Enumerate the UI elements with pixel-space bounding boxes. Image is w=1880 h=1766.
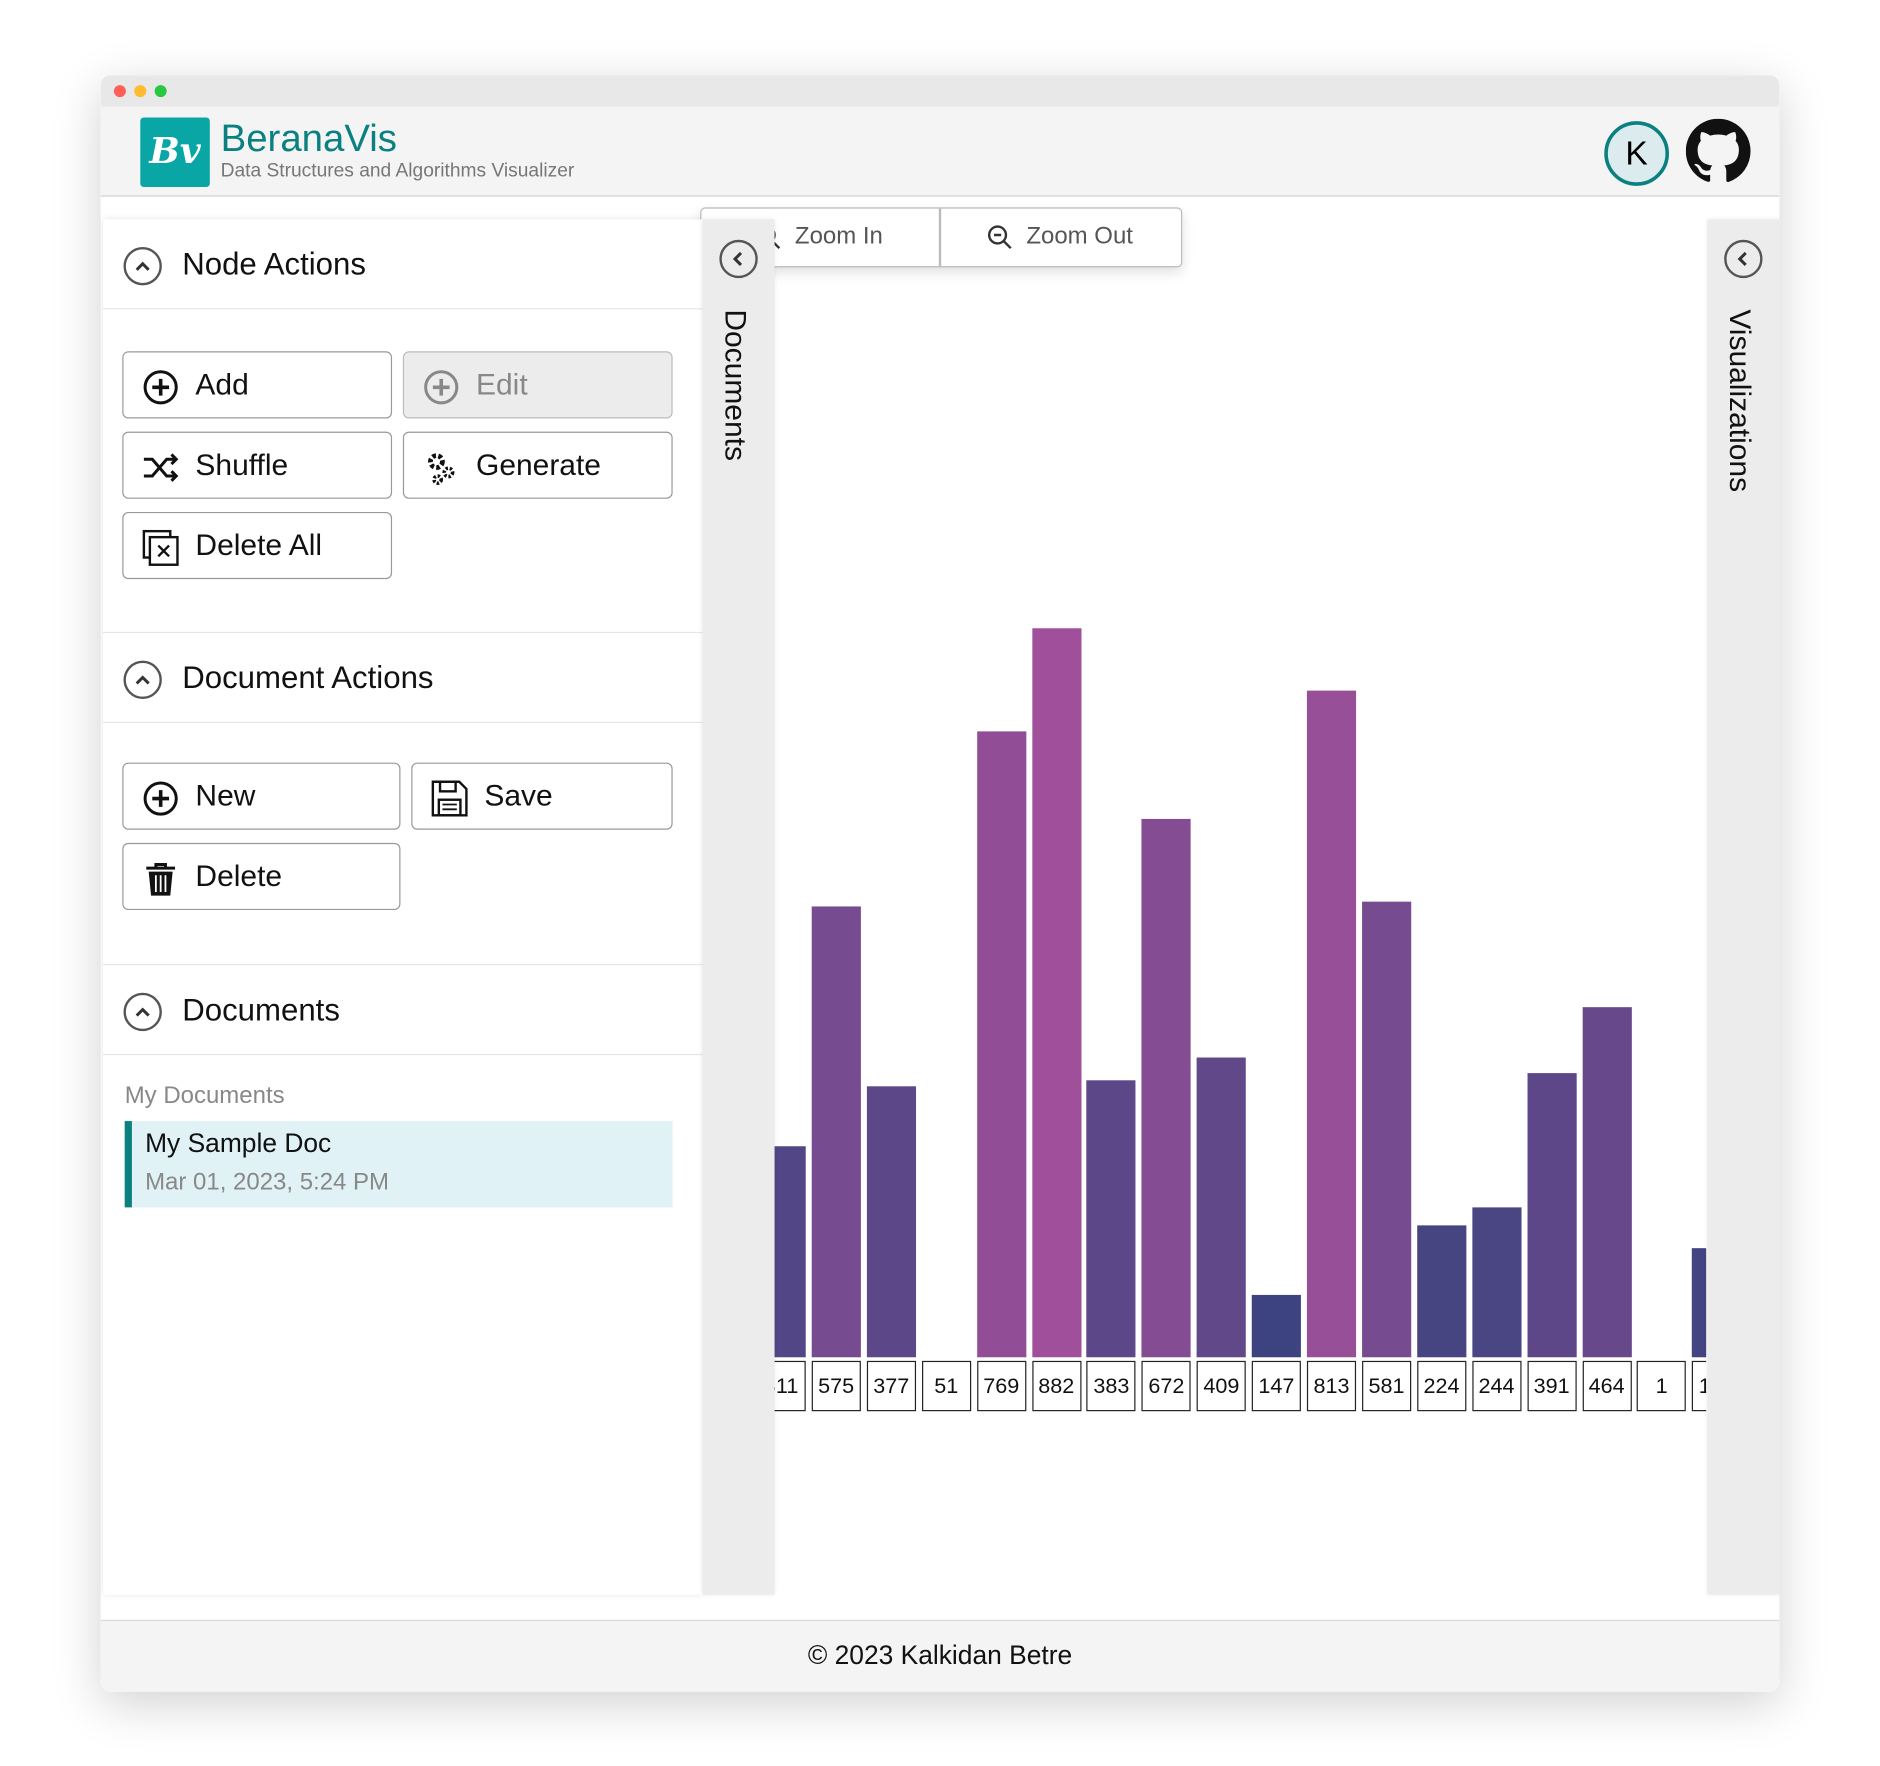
- chevron-left-icon[interactable]: [718, 239, 759, 280]
- bar[interactable]: [866, 1086, 916, 1358]
- delete-all-icon: [142, 529, 179, 566]
- bar[interactable]: [1141, 818, 1191, 1358]
- section-title: Document Actions: [182, 659, 434, 696]
- add-label: Add: [195, 368, 249, 402]
- documents-header[interactable]: Documents: [103, 963, 703, 1056]
- delete-label: Delete: [195, 859, 283, 894]
- chevron-up-icon: [123, 660, 162, 700]
- shuffle-icon: [143, 453, 179, 482]
- bar[interactable]: [1361, 901, 1412, 1358]
- footer: © 2023 Kalkidan Betre: [100, 1619, 1780, 1692]
- bar-value-label: 409: [1196, 1360, 1246, 1412]
- bar[interactable]: [1031, 628, 1081, 1358]
- bar-value-label: 882: [1031, 1360, 1081, 1412]
- github-icon[interactable]: [1685, 118, 1751, 184]
- bar-value-label: 383: [1086, 1360, 1136, 1412]
- save-button[interactable]: Save: [411, 762, 673, 830]
- bar[interactable]: [1086, 1080, 1136, 1358]
- bar[interactable]: [1527, 1073, 1577, 1358]
- bar-value-label: 813: [1306, 1360, 1357, 1412]
- shuffle-button[interactable]: Shuffle: [122, 431, 393, 499]
- bar-value-label: 575: [811, 1360, 861, 1412]
- delete-all-label: Delete All: [195, 528, 323, 563]
- add-button[interactable]: Add: [122, 351, 393, 419]
- close-window-button[interactable]: [113, 85, 126, 98]
- plus-circle-icon: [424, 370, 459, 405]
- app-subtitle: Data Structures and Algorithms Visualize…: [220, 160, 575, 182]
- minimize-window-button[interactable]: [134, 85, 147, 98]
- bar-value-label: 244: [1471, 1360, 1522, 1412]
- document-actions-header[interactable]: Document Actions: [103, 631, 703, 723]
- plus-circle-icon: [143, 370, 178, 405]
- edit-button[interactable]: Edit: [402, 351, 673, 419]
- delete-all-button[interactable]: Delete All: [122, 511, 393, 580]
- zoom-out-icon: [987, 225, 1012, 250]
- app-name: BeranaVis: [220, 116, 397, 160]
- bar-value-label: 51: [921, 1360, 971, 1412]
- bar[interactable]: [1196, 1057, 1246, 1358]
- app-logo[interactable]: Bv: [140, 117, 210, 188]
- bar[interactable]: [811, 906, 861, 1358]
- bar[interactable]: [1416, 1224, 1467, 1358]
- document-date: Mar 01, 2023, 5:24 PM: [145, 1169, 390, 1196]
- chevron-left-icon[interactable]: [1723, 239, 1764, 280]
- documents-tab-label: Documents: [718, 309, 752, 461]
- bar-value-label: 1: [1637, 1360, 1687, 1412]
- delete-document-button[interactable]: Delete: [122, 842, 401, 911]
- bar-value-label: 464: [1582, 1360, 1632, 1412]
- visualizations-side-tab[interactable]: Visualizations: [1707, 219, 1780, 1595]
- gears-icon: [428, 453, 455, 485]
- chevron-up-icon: [123, 992, 162, 1032]
- bar-value-label: 147: [1251, 1360, 1302, 1412]
- new-label: New: [195, 779, 256, 813]
- floppy-disk-icon: [431, 780, 468, 817]
- user-avatar[interactable]: K: [1604, 121, 1670, 186]
- zoom-out-label: Zoom Out: [1026, 223, 1133, 250]
- trash-icon: [146, 862, 176, 896]
- bar-value-label: 377: [866, 1360, 916, 1412]
- bar-value-label: 224: [1416, 1360, 1467, 1412]
- bar[interactable]: [1471, 1206, 1522, 1358]
- bar-chart: 3115753775176988238367240914781358122424…: [773, 255, 1707, 1514]
- generate-button[interactable]: Generate: [402, 431, 673, 499]
- generate-label: Generate: [476, 448, 601, 482]
- shuffle-label: Shuffle: [195, 448, 289, 482]
- bar-value-label: 199: [1692, 1360, 1707, 1412]
- zoom-in-label: Zoom In: [794, 223, 883, 250]
- app-window: Bv BeranaVis Data Structures and Algorit…: [100, 75, 1780, 1692]
- bar-value-label: 672: [1141, 1360, 1191, 1412]
- save-label: Save: [484, 779, 553, 813]
- document-title: My Sample Doc: [145, 1128, 332, 1159]
- new-document-button[interactable]: New: [122, 762, 401, 830]
- bar[interactable]: [1692, 1247, 1707, 1358]
- title-bar: [100, 75, 1780, 107]
- chevron-up-icon: [123, 246, 162, 286]
- app-header: Bv BeranaVis Data Structures and Algorit…: [100, 106, 1780, 197]
- maximize-window-button[interactable]: [154, 85, 167, 98]
- bar[interactable]: [1582, 1007, 1632, 1358]
- bar[interactable]: [1306, 691, 1357, 1358]
- bar-value-label: 769: [976, 1360, 1026, 1412]
- plus-circle-icon: [143, 781, 178, 816]
- bar[interactable]: [976, 730, 1026, 1358]
- documents-group-label: My Documents: [124, 1082, 285, 1110]
- bar-value-label: 391: [1527, 1360, 1577, 1412]
- bar-value-label: 311: [773, 1360, 806, 1412]
- edit-label: Edit: [476, 368, 528, 402]
- left-panel: Node Actions Add Edit Shuffle Generate D…: [103, 219, 703, 1595]
- section-title: Documents: [182, 991, 340, 1028]
- node-actions-header[interactable]: Node Actions: [103, 219, 703, 310]
- visualizations-tab-label: Visualizations: [1722, 309, 1757, 493]
- bar-value-label: 581: [1361, 1360, 1412, 1412]
- bar[interactable]: [773, 1146, 806, 1358]
- documents-side-tab[interactable]: Documents: [702, 219, 775, 1595]
- document-list-item[interactable]: My Sample Doc Mar 01, 2023, 5:24 PM: [124, 1121, 673, 1208]
- section-title: Node Actions: [182, 245, 366, 282]
- bar[interactable]: [1251, 1294, 1302, 1358]
